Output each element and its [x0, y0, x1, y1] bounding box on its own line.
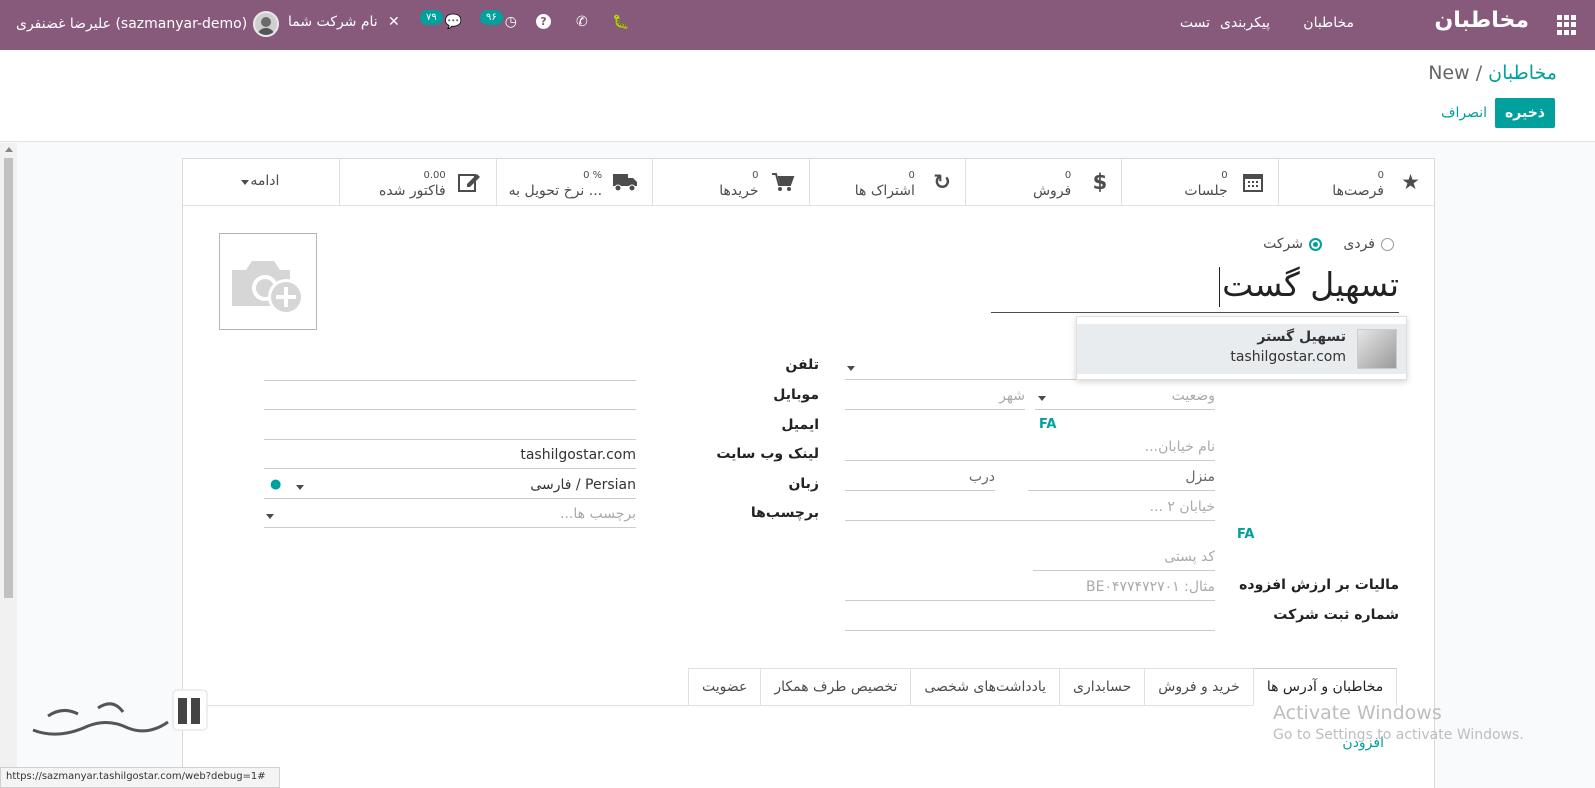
- label-email: ایمیل: [781, 417, 819, 433]
- building-input[interactable]: منزل: [1028, 467, 1215, 491]
- breadcrumb-current: New: [1428, 62, 1470, 84]
- menu-test[interactable]: تست: [1180, 15, 1210, 31]
- opportunities-button[interactable]: ★ 0 فرصت‌ها: [1277, 159, 1434, 206]
- smart-button-box: ★ 0 فرصت‌ها 0 جلسات $ 0 فروش ↻ 0 اشتراک …: [183, 159, 1434, 206]
- name-autocomplete-dropdown: تسهیل گستر tashilgostar.com: [1076, 316, 1407, 380]
- subscriptions-button[interactable]: ↻ 0 اشتراک ها: [808, 159, 965, 206]
- vat-input[interactable]: مثال: BE۰۴۷۷۴۷۲۷۰۱: [845, 577, 1215, 601]
- purchases-button[interactable]: 0 خریدها: [652, 159, 808, 206]
- tab-sales-purchase[interactable]: خرید و فروش: [1144, 668, 1253, 706]
- language-select[interactable]: Persian / فارسی ●: [264, 475, 636, 499]
- tags-input[interactable]: برچسب ها...: [264, 504, 636, 528]
- invoiced-button[interactable]: 0.00 فاکتور شده: [339, 159, 495, 206]
- star-icon: ★: [1401, 170, 1420, 194]
- email-input[interactable]: [264, 416, 636, 440]
- refresh-icon: ↻: [933, 170, 951, 194]
- tools-icon[interactable]: ✕: [388, 14, 400, 30]
- translate-fa-button[interactable]: FA: [1039, 417, 1056, 432]
- messages-badge: ۷۹: [420, 9, 443, 25]
- tab-internal-notes[interactable]: یادداشت‌های شخصی: [910, 668, 1059, 706]
- camera-add-icon: [232, 261, 304, 315]
- clock-icon: ◷: [504, 14, 517, 30]
- notebook-tabs: مخاطبان و آدرس ها خرید و فروش حسابداری ی…: [688, 668, 1398, 706]
- save-button[interactable]: ذخیره: [1495, 98, 1555, 128]
- image-upload[interactable]: [219, 233, 317, 330]
- on-time-rate-button[interactable]: 0 % نرخ تحویل به ...: [495, 159, 652, 206]
- messages-button[interactable]: ۷۹ 💬: [420, 9, 463, 30]
- radio-individual-circle[interactable]: [1381, 237, 1394, 251]
- menu-configuration[interactable]: پیکربندی: [1220, 15, 1270, 31]
- page-scrollbar[interactable]: [0, 143, 17, 788]
- label-vat: مالیات بر ارزش افزوده: [1239, 577, 1399, 593]
- door-input[interactable]: درب: [845, 467, 995, 491]
- phone-icon[interactable]: ✆: [576, 14, 588, 30]
- globe-icon[interactable]: ●: [270, 475, 281, 495]
- label-website: لینک وب سایت: [716, 446, 819, 462]
- mobile-input[interactable]: [264, 386, 636, 410]
- chat-icon: 💬: [444, 14, 463, 30]
- form-sheet: ★ 0 فرصت‌ها 0 جلسات $ 0 فروش ↻ 0 اشتراک …: [182, 158, 1435, 788]
- apps-grid-icon[interactable]: [1557, 15, 1577, 35]
- activities-badge: ۹۶: [480, 9, 503, 25]
- label-mobile: موبایل: [773, 387, 819, 403]
- calendar-icon: [1242, 171, 1264, 197]
- menu-contacts[interactable]: مخاطبان: [1303, 15, 1354, 31]
- meetings-button[interactable]: 0 جلسات: [1121, 159, 1277, 206]
- control-panel: مخاطبان / New ذخیره انصراف: [0, 50, 1595, 142]
- radio-company[interactable]: شرکت: [1263, 236, 1322, 252]
- help-icon[interactable]: ?: [536, 14, 551, 29]
- label-tags: برچسب‌ها: [750, 505, 819, 521]
- company-registry-input[interactable]: [845, 607, 1215, 631]
- browser-status-url: https://sazmanyar.tashilgostar.com/web?d…: [0, 767, 280, 788]
- tab-accounting[interactable]: حسابداری: [1058, 668, 1145, 706]
- tab-membership[interactable]: عضویت: [688, 668, 761, 706]
- edit-icon: [457, 171, 482, 197]
- truck-icon: [612, 171, 638, 197]
- app-brand[interactable]: مخاطبان: [1435, 8, 1529, 33]
- top-navbar: مخاطبان مخاطبان پیکربندی تست 🐛 ✆ ? ۹۶ ◷ …: [0, 0, 1595, 50]
- zip-input[interactable]: کد پستی: [1033, 547, 1215, 571]
- discard-button[interactable]: انصراف: [1441, 105, 1487, 121]
- scroll-up-arrow-icon[interactable]: [5, 147, 13, 152]
- caret-down-icon: [847, 366, 855, 371]
- more-dropdown[interactable]: ادامه: [183, 159, 339, 206]
- scroll-thumb[interactable]: [4, 158, 13, 598]
- label-language: زبان: [788, 476, 819, 492]
- caret-down-icon: [241, 180, 250, 185]
- city-input[interactable]: شهر: [845, 386, 1025, 410]
- activities-button[interactable]: ۹۶ ◷: [480, 9, 517, 30]
- translate-fa-button-2[interactable]: FA: [1237, 527, 1254, 542]
- tab-contacts-addresses[interactable]: مخاطبان و آدرس ها: [1252, 668, 1398, 706]
- street2-input[interactable]: خیابان ۲ ...: [845, 497, 1215, 521]
- website-input[interactable]: tashilgostar.com: [264, 445, 636, 469]
- windows-activation-watermark: Activate Windows Go to Settings to activ…: [1273, 702, 1524, 743]
- debug-bug-icon[interactable]: 🐛: [612, 14, 629, 30]
- radio-company-circle[interactable]: [1309, 237, 1322, 251]
- user-name: علیرضا غضنفری (sazmanyar-demo): [16, 16, 248, 32]
- cart-icon: [771, 171, 795, 197]
- autocomplete-item[interactable]: تسهیل گستر tashilgostar.com: [1077, 324, 1406, 374]
- phone-input[interactable]: [264, 357, 636, 381]
- label-phone: تلفن: [785, 357, 819, 373]
- radio-individual[interactable]: فردی: [1343, 236, 1394, 252]
- street-input[interactable]: نام خیابان...: [845, 437, 1215, 461]
- tab-partner-assignment[interactable]: تخصیص طرف همکار: [760, 668, 911, 706]
- tashilgostar-logo: [28, 688, 208, 746]
- caret-down-icon: [1038, 396, 1046, 401]
- dollar-icon: $: [1092, 170, 1108, 194]
- company-switcher[interactable]: نام شرکت شما: [288, 14, 378, 30]
- caret-down-icon: [266, 514, 274, 519]
- company-logo: [1357, 329, 1397, 369]
- avatar: [253, 11, 280, 37]
- breadcrumb: مخاطبان / New: [1428, 62, 1557, 84]
- label-company-registry: شماره ثبت شرکت: [1273, 607, 1399, 623]
- user-menu[interactable]: علیرضا غضنفری (sazmanyar-demo): [16, 11, 280, 37]
- sales-button[interactable]: $ 0 فروش: [964, 159, 1121, 206]
- breadcrumb-parent[interactable]: مخاطبان: [1488, 62, 1557, 84]
- state-select[interactable]: وضعیت: [1035, 386, 1215, 410]
- partner-name-input[interactable]: تسهیل گست: [991, 259, 1399, 313]
- caret-down-icon: [296, 485, 304, 490]
